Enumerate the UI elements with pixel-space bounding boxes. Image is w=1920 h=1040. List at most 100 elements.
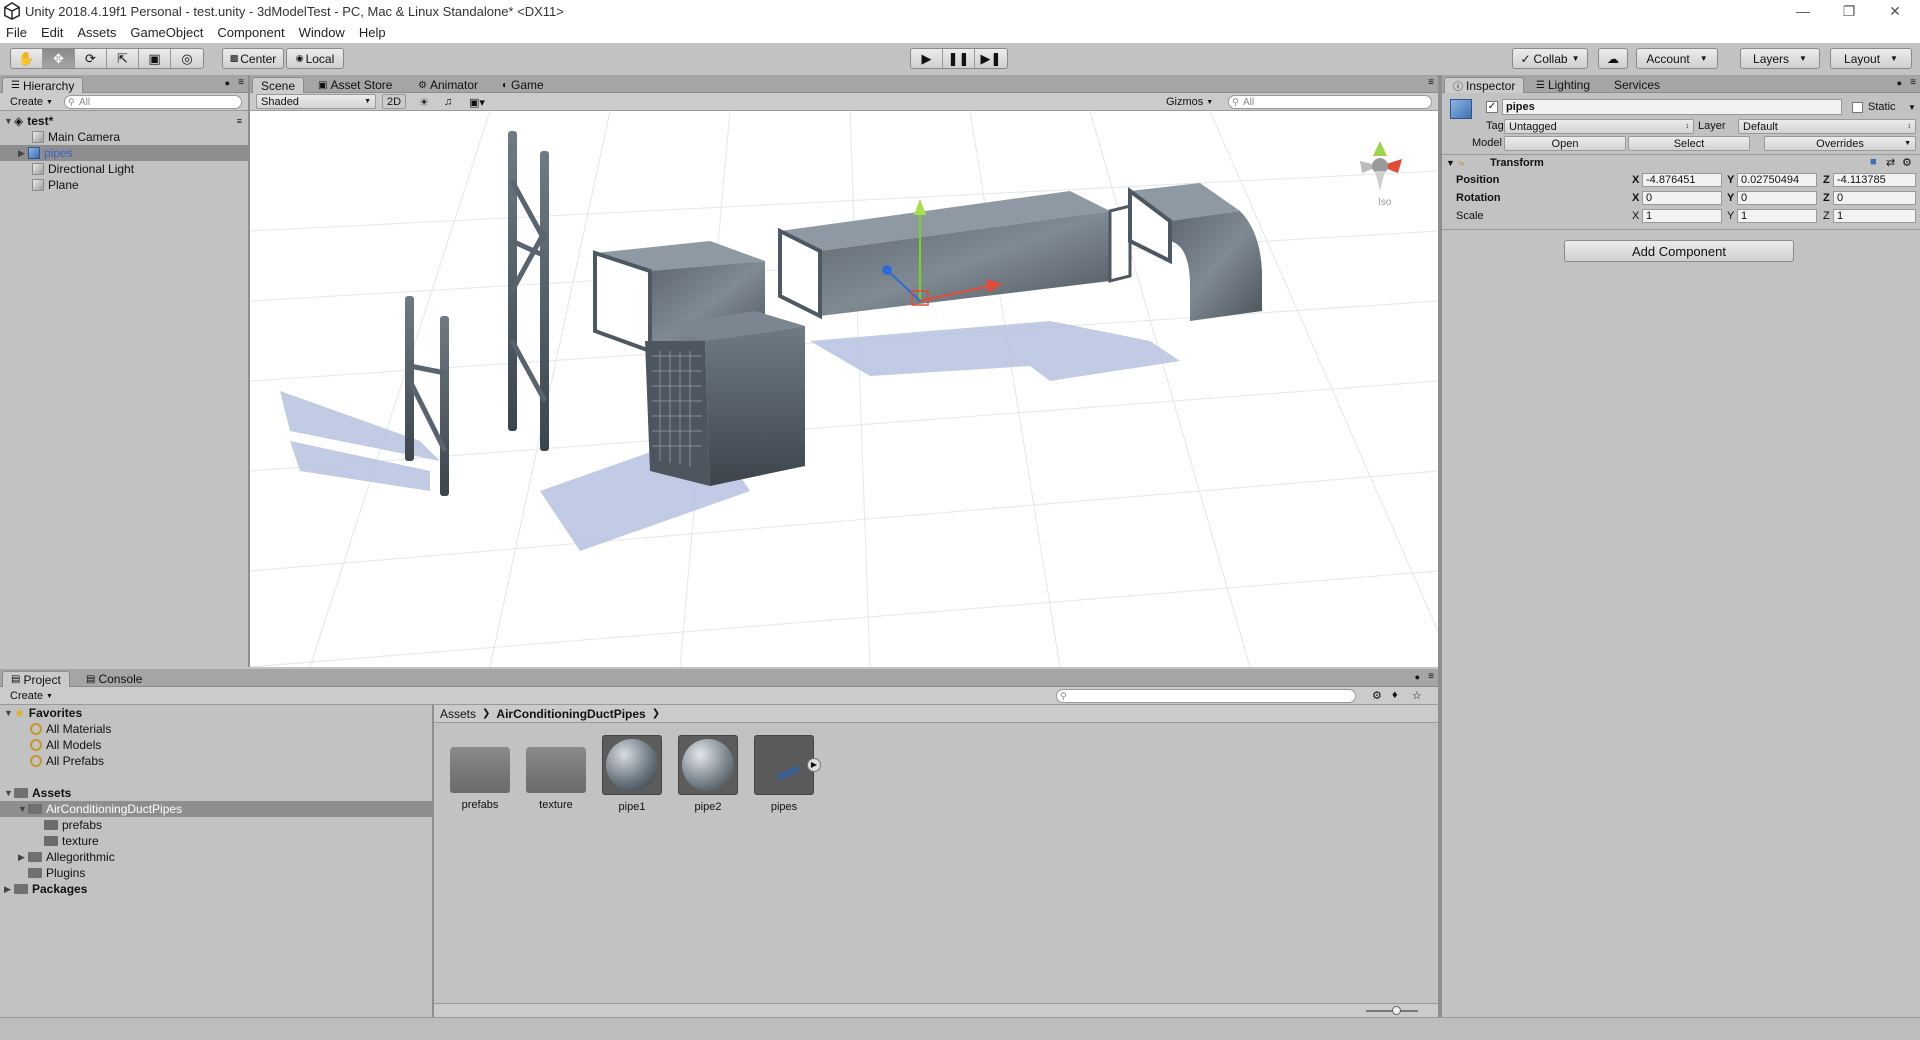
scene-viewport[interactable]: Iso bbox=[250, 111, 1438, 667]
chevron-down-icon[interactable]: ▼ bbox=[1908, 103, 1916, 112]
packages-header[interactable]: ▶ Packages bbox=[0, 881, 432, 897]
expand-arrow-icon[interactable]: ▼ bbox=[4, 116, 14, 126]
static-checkbox[interactable] bbox=[1852, 102, 1863, 113]
layers-dropdown[interactable]: Layers ▼ bbox=[1740, 48, 1820, 69]
assets-header[interactable]: ▼ Assets bbox=[0, 785, 432, 801]
rotation-z-field[interactable]: 0 bbox=[1833, 191, 1916, 205]
tab-inspector[interactable]: ⓘ Inspector bbox=[1444, 77, 1525, 93]
expand-arrow-icon[interactable]: ▼ bbox=[1446, 158, 1455, 168]
position-z-field[interactable]: -4.113785 bbox=[1833, 173, 1916, 187]
tree-item-prefabs[interactable]: prefabs bbox=[0, 817, 432, 833]
scale-x-field[interactable]: 1 bbox=[1642, 209, 1722, 223]
menu-gameobject[interactable]: GameObject bbox=[130, 25, 203, 40]
asset-pipe1[interactable]: pipe1 bbox=[600, 735, 664, 813]
favorite-item[interactable]: All Prefabs bbox=[0, 753, 432, 769]
favorite-item[interactable]: All Materials bbox=[0, 721, 432, 737]
model-open-button[interactable]: Open bbox=[1504, 136, 1626, 151]
hierarchy-search-input[interactable]: ⚲ All bbox=[64, 95, 242, 109]
panel-menu-icon[interactable]: ≡ bbox=[1428, 77, 1434, 88]
rect-tool-icon[interactable]: ▣ bbox=[139, 49, 171, 68]
menu-window[interactable]: Window bbox=[299, 25, 345, 40]
tag-dropdown[interactable]: Untagged ↕ bbox=[1504, 119, 1694, 134]
tree-item-airconditioningductpipes[interactable]: ▼ AirConditioningDuctPipes bbox=[0, 801, 432, 817]
tab-asset-store[interactable]: ▣ Asset Store bbox=[310, 77, 400, 93]
model-overrides-dropdown[interactable]: Overrides ▼ bbox=[1764, 136, 1916, 151]
star-icon[interactable]: ☆ bbox=[1412, 689, 1422, 702]
scale-z-field[interactable]: 1 bbox=[1833, 209, 1916, 223]
move-tool-icon[interactable]: ✥ bbox=[43, 49, 75, 68]
lighting-toggle-icon[interactable]: ☀ bbox=[415, 95, 433, 109]
menu-help[interactable]: Help bbox=[359, 25, 386, 40]
zoom-slider-thumb[interactable] bbox=[1392, 1006, 1401, 1015]
hierarchy-item-directional-light[interactable]: Directional Light bbox=[0, 161, 248, 177]
hierarchy-item-main-camera[interactable]: Main Camera bbox=[0, 129, 248, 145]
tab-lighting[interactable]: ☰ Lighting bbox=[1528, 77, 1598, 93]
layer-dropdown[interactable]: Default ↕ bbox=[1738, 119, 1916, 134]
menu-component[interactable]: Component bbox=[217, 25, 284, 40]
project-search-input[interactable]: ⚲ bbox=[1056, 689, 1356, 703]
object-name-field[interactable]: pipes bbox=[1502, 99, 1842, 115]
project-create-button[interactable]: Create ▼ bbox=[6, 689, 57, 703]
expand-arrow-icon[interactable]: ▼ bbox=[4, 708, 14, 718]
tree-item-texture[interactable]: texture bbox=[0, 833, 432, 849]
scale-y-field[interactable]: 1 bbox=[1737, 209, 1817, 223]
hierarchy-item-pipes[interactable]: ▶ pipes bbox=[0, 145, 248, 161]
expand-arrow-icon[interactable]: ▶ bbox=[4, 884, 14, 895]
rotate-tool-icon[interactable]: ⟳ bbox=[75, 49, 107, 68]
hierarchy-create-button[interactable]: Create ▼ bbox=[6, 95, 57, 109]
panel-menu-icon[interactable]: ≡ bbox=[238, 77, 244, 88]
preset-icon[interactable]: ⇄ bbox=[1886, 156, 1895, 169]
close-icon[interactable]: ✕ bbox=[1872, 0, 1918, 22]
pivot-center-button[interactable]: ▩ Center bbox=[222, 48, 284, 69]
tab-game[interactable]: ◐ Game bbox=[494, 77, 552, 93]
tab-project[interactable]: ▤ Project bbox=[2, 671, 70, 687]
panel-menu-icon[interactable]: ≡ bbox=[1428, 671, 1434, 682]
lock-icon[interactable]: ● bbox=[1897, 78, 1902, 88]
expand-arrow-icon[interactable]: ▼ bbox=[18, 804, 28, 814]
filter-label-icon[interactable]: ♦ bbox=[1392, 689, 1398, 701]
model-select-button[interactable]: Select bbox=[1628, 136, 1750, 151]
scene-search-input[interactable]: ⚲ All bbox=[1228, 95, 1432, 109]
step-icon[interactable]: ▶❚ bbox=[975, 49, 1007, 68]
orientation-gizmo[interactable] bbox=[1360, 141, 1402, 191]
active-checkbox[interactable]: ✓ bbox=[1486, 101, 1498, 113]
2d-toggle-button[interactable]: 2D bbox=[382, 94, 407, 109]
rotation-y-field[interactable]: 0 bbox=[1737, 191, 1817, 205]
asset-pipes-prefab[interactable]: ▶ pipes bbox=[752, 735, 821, 813]
menu-file[interactable]: File bbox=[6, 25, 27, 40]
help-icon[interactable]: ■ bbox=[1870, 156, 1877, 168]
position-x-field[interactable]: -4.876451 bbox=[1642, 173, 1722, 187]
expand-arrow-icon[interactable]: ▶ bbox=[18, 852, 28, 863]
expand-arrow-icon[interactable]: ▶ bbox=[18, 148, 28, 159]
tree-item-allegorithmic[interactable]: ▶ Allegorithmic bbox=[0, 849, 432, 865]
collab-button[interactable]: ✓ Collab ▼ bbox=[1512, 48, 1588, 69]
scale-tool-icon[interactable]: ⇱ bbox=[107, 49, 139, 68]
favorites-header[interactable]: ▼ ★ Favorites bbox=[0, 705, 432, 721]
shading-mode-dropdown[interactable]: Shaded ▼ bbox=[256, 94, 376, 109]
cloud-button[interactable]: ☁ bbox=[1598, 48, 1628, 69]
gizmos-dropdown[interactable]: Gizmos ▼ bbox=[1162, 95, 1217, 109]
add-component-button[interactable]: Add Component bbox=[1564, 240, 1794, 262]
tab-console[interactable]: ▤ Console bbox=[78, 671, 150, 687]
position-y-field[interactable]: 0.02750494 bbox=[1737, 173, 1817, 187]
asset-pipe2[interactable]: pipe2 bbox=[676, 735, 740, 813]
play-icon[interactable]: ▶ bbox=[911, 49, 943, 68]
splitter[interactable] bbox=[432, 705, 434, 1017]
breadcrumb-item[interactable]: Assets bbox=[440, 707, 476, 721]
panel-menu-icon[interactable]: ≡ bbox=[1910, 77, 1916, 88]
gear-icon[interactable]: ⚙ bbox=[1902, 156, 1912, 169]
hand-tool-icon[interactable]: ✋ bbox=[11, 49, 43, 68]
tree-item-plugins[interactable]: Plugins bbox=[0, 865, 432, 881]
asset-prefabs[interactable]: prefabs bbox=[448, 735, 512, 811]
favorite-item[interactable]: All Models bbox=[0, 737, 432, 753]
rotation-x-field[interactable]: 0 bbox=[1642, 191, 1722, 205]
lock-icon[interactable]: ● bbox=[1415, 672, 1420, 682]
minimize-icon[interactable]: — bbox=[1780, 0, 1826, 22]
pause-icon[interactable]: ❚❚ bbox=[943, 49, 975, 68]
space-local-button[interactable]: ◉ Local bbox=[286, 48, 344, 69]
scene-row[interactable]: ▼ ◈ test* ≡ bbox=[0, 113, 248, 129]
filter-type-icon[interactable]: ⚙ bbox=[1372, 689, 1382, 702]
menu-edit[interactable]: Edit bbox=[41, 25, 63, 40]
account-dropdown[interactable]: Account ▼ bbox=[1636, 48, 1718, 69]
breadcrumb-item[interactable]: AirConditioningDuctPipes bbox=[496, 707, 645, 721]
